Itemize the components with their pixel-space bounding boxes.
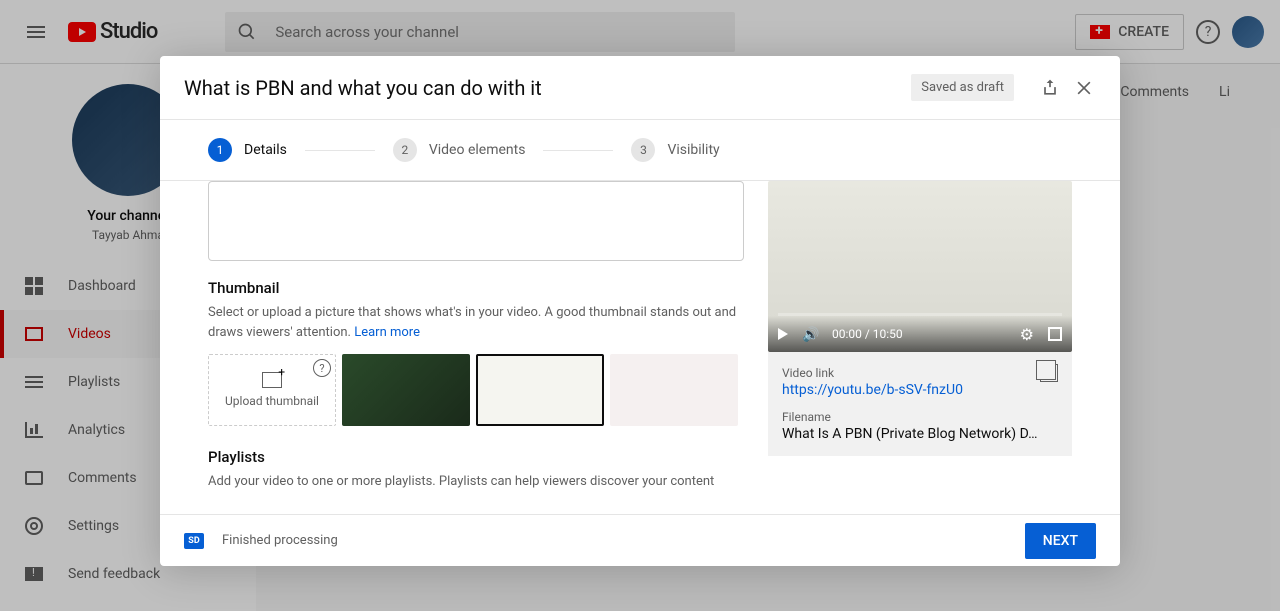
- learn-more-link[interactable]: Learn more: [354, 325, 420, 340]
- bg-tab-comments[interactable]: Comments: [1120, 84, 1189, 100]
- video-link[interactable]: https://youtu.be/b-sSV-fnzU0: [782, 382, 1058, 398]
- help-icon[interactable]: ?: [1196, 20, 1220, 44]
- playlists-title: Playlists: [208, 448, 744, 466]
- settings-icon: [24, 516, 44, 536]
- logo-text: Studio: [100, 19, 157, 44]
- app-header: Studio CREATE ?: [0, 0, 1280, 64]
- video-preview[interactable]: 00:00 / 10:50: [768, 181, 1072, 352]
- feedback-icon: [24, 564, 44, 584]
- create-button[interactable]: CREATE: [1075, 14, 1184, 50]
- feedback-icon[interactable]: [1038, 76, 1062, 100]
- search-box[interactable]: [225, 12, 735, 52]
- fullscreen-button[interactable]: [1048, 327, 1062, 341]
- description-input[interactable]: [208, 181, 744, 261]
- volume-button[interactable]: [802, 327, 818, 341]
- modal-title: What is PBN and what you can do with it: [184, 76, 911, 100]
- stepper: 1 Details 2 Video elements 3 Visibility: [160, 120, 1120, 180]
- copy-link-button[interactable]: [1040, 364, 1058, 382]
- info-icon[interactable]: ?: [313, 359, 331, 377]
- saved-badge: Saved as draft: [911, 74, 1014, 101]
- next-button[interactable]: NEXT: [1025, 523, 1096, 559]
- upload-modal: What is PBN and what you can do with it …: [160, 56, 1120, 566]
- search-icon: [237, 22, 257, 42]
- menu-button[interactable]: [16, 12, 56, 52]
- search-input[interactable]: [275, 23, 723, 41]
- filename-label: Filename: [782, 410, 1058, 424]
- thumbnail-option-1[interactable]: [342, 354, 470, 426]
- bg-tab-likes[interactable]: Li: [1219, 84, 1230, 100]
- modal-footer: SD Finished processing NEXT: [160, 514, 1120, 566]
- analytics-icon: [24, 420, 44, 440]
- image-add-icon: [262, 372, 282, 388]
- thumbnail-desc: Select or upload a picture that shows wh…: [208, 303, 744, 342]
- youtube-icon: [68, 22, 96, 42]
- hamburger-icon: [27, 26, 45, 38]
- step-visibility[interactable]: 3 Visibility: [631, 138, 719, 162]
- logo[interactable]: Studio: [68, 19, 157, 44]
- processing-badge: SD: [184, 533, 204, 549]
- processing-status: Finished processing: [222, 533, 338, 548]
- step-details[interactable]: 1 Details: [208, 138, 287, 162]
- comments-icon: [24, 468, 44, 488]
- step-video-elements[interactable]: 2 Video elements: [393, 138, 526, 162]
- settings-icon[interactable]: [1020, 325, 1034, 344]
- preview-time: 00:00 / 10:50: [832, 327, 1006, 341]
- thumbnail-option-2[interactable]: [476, 354, 604, 426]
- videos-icon: [24, 324, 44, 344]
- video-link-label: Video link: [782, 366, 1058, 380]
- play-button[interactable]: [778, 328, 788, 340]
- filename-value: What Is A PBN (Private Blog Network) D…: [782, 426, 1058, 442]
- user-avatar[interactable]: [1232, 16, 1264, 48]
- playlists-desc: Add your video to one or more playlists.…: [208, 472, 744, 492]
- playlists-icon: [24, 372, 44, 392]
- close-button[interactable]: [1072, 76, 1096, 100]
- thumbnail-option-3[interactable]: [610, 354, 738, 426]
- upload-thumbnail-button[interactable]: ? Upload thumbnail: [208, 354, 336, 426]
- dashboard-icon: [24, 276, 44, 296]
- thumbnail-title: Thumbnail: [208, 279, 744, 297]
- create-label: CREATE: [1118, 24, 1169, 40]
- create-icon: [1090, 25, 1110, 39]
- modal-header: What is PBN and what you can do with it …: [160, 56, 1120, 119]
